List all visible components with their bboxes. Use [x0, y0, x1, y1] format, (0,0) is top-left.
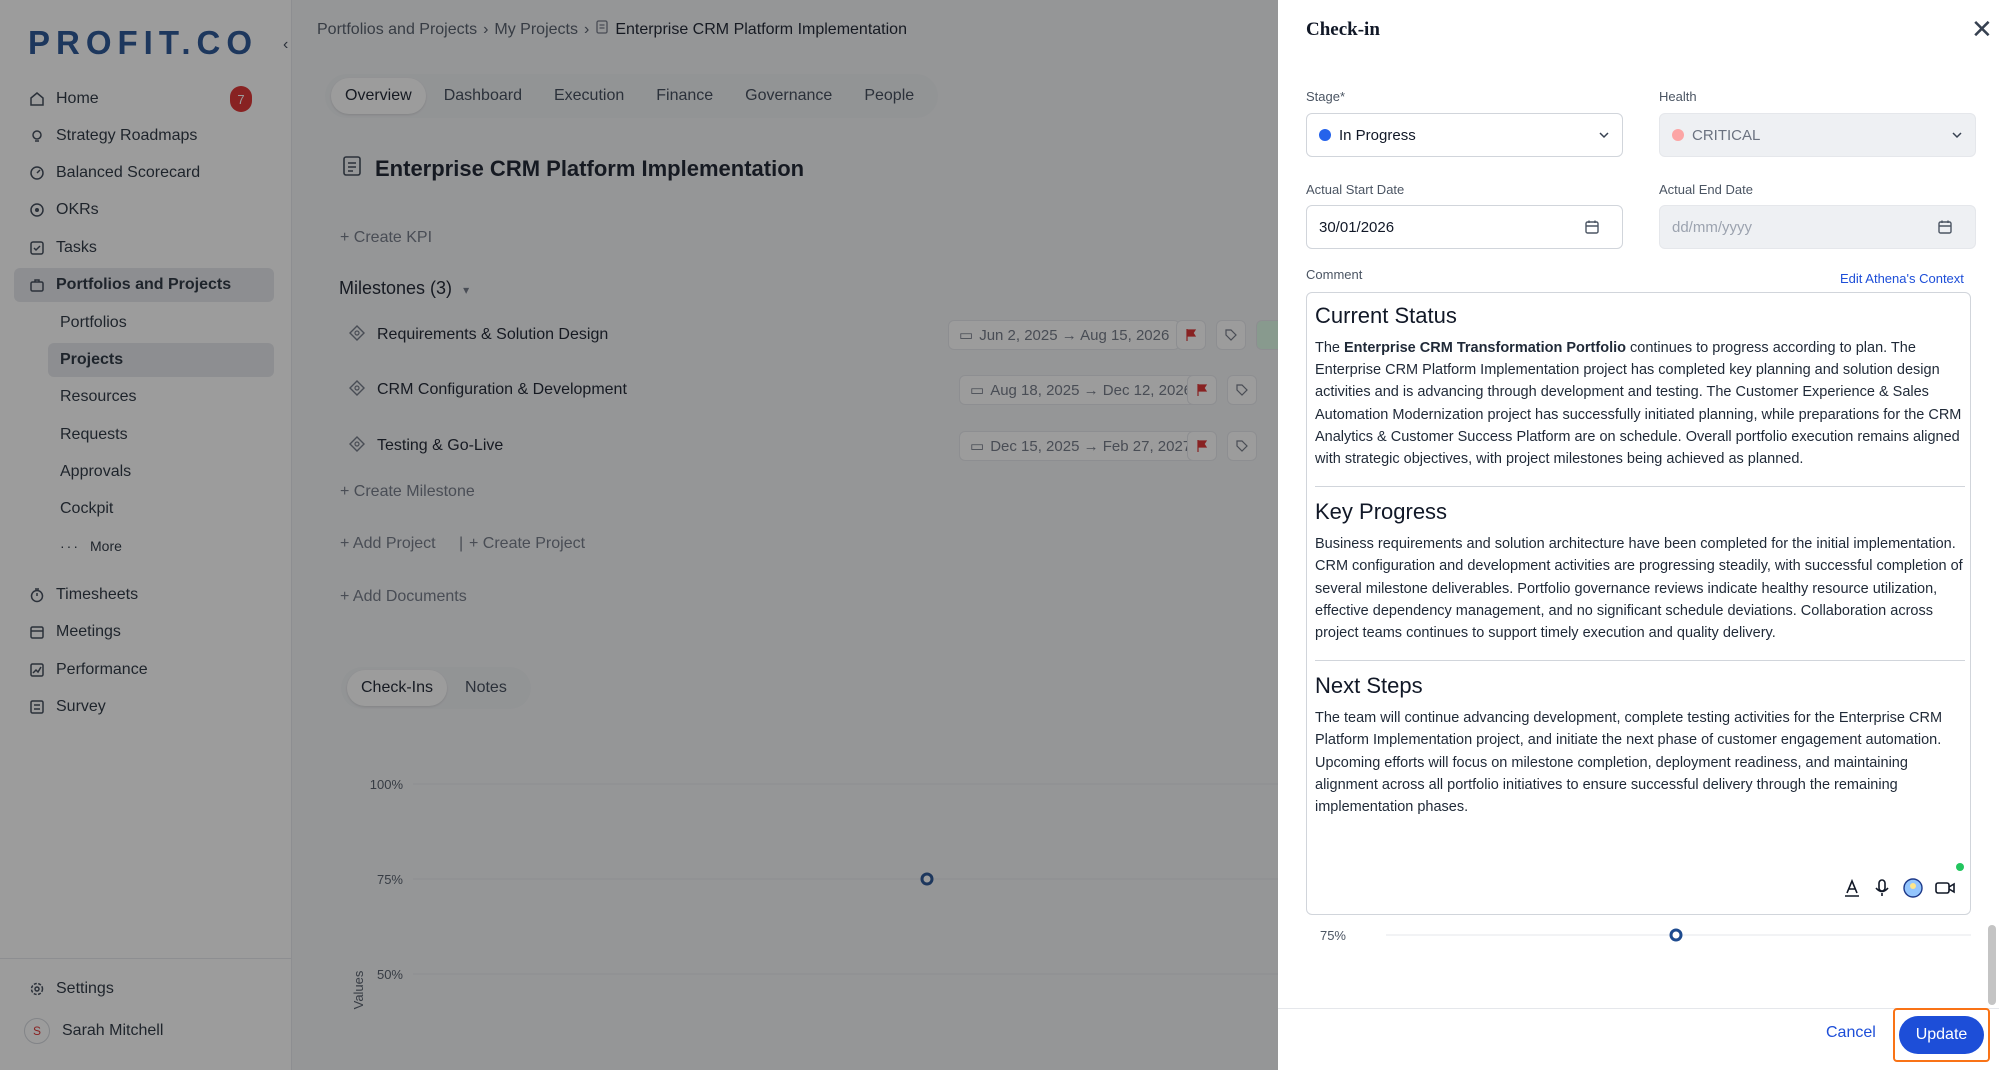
cancel-button[interactable]: Cancel: [1826, 1024, 1876, 1042]
athena-ai-icon[interactable]: [1902, 877, 1924, 904]
drawer-chart-svg: 75%: [1320, 928, 1971, 943]
modal-backdrop[interactable]: [0, 0, 1278, 1070]
chevron-down-icon: [1951, 129, 1963, 141]
section-heading: Key Progress: [1315, 499, 1448, 525]
end-date-placeholder: dd/mm/yyyy: [1672, 218, 1753, 236]
stage-select[interactable]: In Progress: [1306, 113, 1623, 157]
start-date-label: Actual Start Date: [1306, 182, 1405, 197]
calendar-icon[interactable]: [1937, 219, 1953, 235]
comment-editor[interactable]: Current Status The Enterprise CRM Transf…: [1306, 292, 1971, 915]
divider: [1278, 1008, 1999, 1009]
health-select[interactable]: CRITICAL: [1659, 113, 1976, 157]
drawer-title: Check-in: [1306, 19, 1380, 40]
edit-athena-context-link[interactable]: Edit Athena's Context: [1840, 271, 1964, 286]
end-date-label: Actual End Date: [1659, 182, 1753, 197]
section-heading: Current Status: [1315, 303, 1457, 328]
checkin-drawer: Check-in ✕ Stage* In Progress Health CRI…: [1278, 0, 1999, 1070]
health-value: CRITICAL: [1692, 126, 1761, 144]
scrollbar[interactable]: [1988, 925, 1996, 1005]
update-button-highlight: Update: [1893, 1008, 1990, 1062]
update-button[interactable]: Update: [1899, 1016, 1984, 1054]
bold-text: Enterprise CRM Transformation Portfolio: [1344, 340, 1626, 356]
data-point[interactable]: [1669, 928, 1683, 942]
section-paragraph: Business requirements and solution archi…: [1315, 536, 1963, 642]
end-date-input[interactable]: dd/mm/yyyy: [1659, 205, 1976, 249]
health-dot: [1672, 129, 1684, 141]
text-format-icon[interactable]: [1842, 878, 1862, 903]
text-run: continues to progress according to plan.…: [1315, 340, 1962, 468]
section-paragraph: The Enterprise CRM Transformation Portfo…: [1315, 337, 1965, 470]
start-date-value: 30/01/2026: [1319, 218, 1395, 236]
y-tick-label: 75%: [1320, 928, 1346, 943]
section-paragraph: The team will continue advancing develop…: [1315, 710, 1943, 816]
calendar-icon[interactable]: [1584, 219, 1600, 235]
text-run: The: [1315, 340, 1345, 356]
close-icon[interactable]: ✕: [1971, 14, 1993, 45]
start-date-input[interactable]: 30/01/2026: [1306, 205, 1623, 249]
section-heading: Next Steps: [1315, 673, 1423, 699]
chevron-down-icon: [1598, 129, 1610, 141]
stage-label: Stage*: [1306, 89, 1346, 104]
divider: [1315, 486, 1965, 488]
comment-label: Comment: [1306, 267, 1363, 282]
editor-toolbar: [1842, 877, 1956, 904]
divider: [1315, 660, 1965, 662]
video-icon[interactable]: [1934, 878, 1956, 903]
health-label: Health: [1659, 89, 1697, 104]
microphone-icon[interactable]: [1872, 878, 1892, 903]
status-dot: [1319, 129, 1331, 141]
online-status-dot: [1956, 863, 1964, 871]
comment-content: Current Status The Enterprise CRM Transf…: [1315, 303, 1965, 818]
stage-value: In Progress: [1339, 126, 1416, 144]
